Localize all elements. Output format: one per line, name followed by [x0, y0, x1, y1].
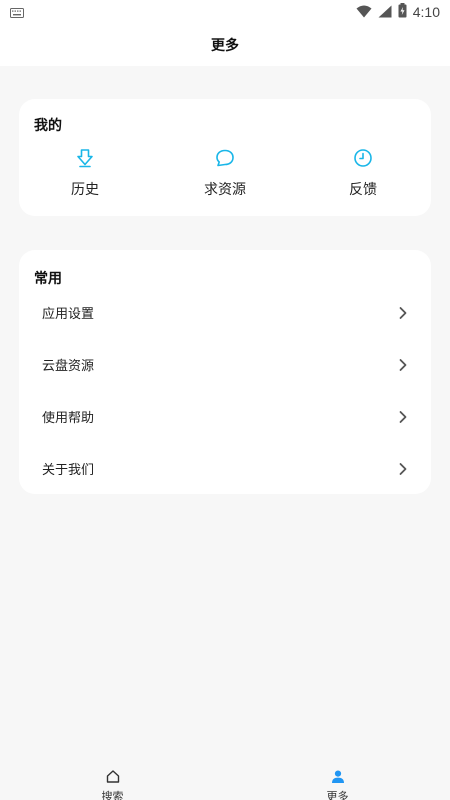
screen: 4:10 更多 我的 历史 求资源 反馈 常用 应用设置 云盘资源 使用帮助 关…: [0, 0, 450, 800]
request-resource-label: 求资源: [204, 182, 246, 198]
home-icon: [106, 768, 120, 787]
keyboard-icon: [10, 3, 24, 22]
request-resource-button[interactable]: 求资源: [175, 147, 275, 207]
feedback-label: 反馈: [349, 182, 377, 198]
nav-more[interactable]: 更多: [225, 762, 450, 800]
nav-more-label: 更多: [326, 790, 349, 800]
menu-item-label: 云盘资源: [42, 358, 95, 374]
battery-icon: [398, 2, 407, 22]
status-time: 4:10: [412, 4, 440, 20]
wifi-icon: [356, 3, 372, 22]
download-arrow-icon: [74, 147, 96, 169]
chevron-right-icon: [397, 409, 409, 423]
chevron-right-icon: [397, 461, 409, 475]
cloud-resource-item[interactable]: 云盘资源: [19, 338, 431, 390]
common-card-title: 常用: [34, 271, 62, 287]
history-button[interactable]: 历史: [35, 147, 135, 207]
help-item[interactable]: 使用帮助: [19, 390, 431, 442]
status-bar: 4:10: [0, 0, 450, 24]
history-label: 历史: [71, 182, 99, 198]
feedback-button[interactable]: 反馈: [313, 147, 413, 207]
nav-search-label: 搜索: [101, 790, 124, 800]
clock-icon: [352, 147, 374, 169]
mine-card-title: 我的: [34, 118, 62, 134]
nav-search[interactable]: 搜索: [0, 762, 225, 800]
common-card: 常用 应用设置 云盘资源 使用帮助 关于我们: [19, 250, 431, 494]
mine-shortcut-row: 历史 求资源 反馈: [19, 147, 431, 207]
status-right: 4:10: [356, 2, 440, 22]
chevron-right-icon: [397, 357, 409, 371]
signal-icon: [378, 3, 392, 22]
bottom-nav: 搜索 更多: [0, 762, 450, 800]
menu-item-label: 使用帮助: [42, 410, 95, 426]
menu-item-label: 关于我们: [42, 462, 95, 478]
menu-item-label: 应用设置: [42, 306, 95, 322]
chevron-right-icon: [397, 305, 409, 319]
status-left: [10, 3, 24, 22]
about-us-item[interactable]: 关于我们: [19, 442, 431, 494]
page-title: 更多: [211, 38, 239, 54]
user-icon: [331, 768, 345, 787]
common-menu-list: 应用设置 云盘资源 使用帮助 关于我们: [19, 286, 431, 494]
mine-card: 我的 历史 求资源 反馈: [19, 99, 431, 216]
header: 更多: [0, 24, 450, 66]
app-settings-item[interactable]: 应用设置: [19, 286, 431, 338]
chat-bubble-icon: [214, 147, 236, 169]
